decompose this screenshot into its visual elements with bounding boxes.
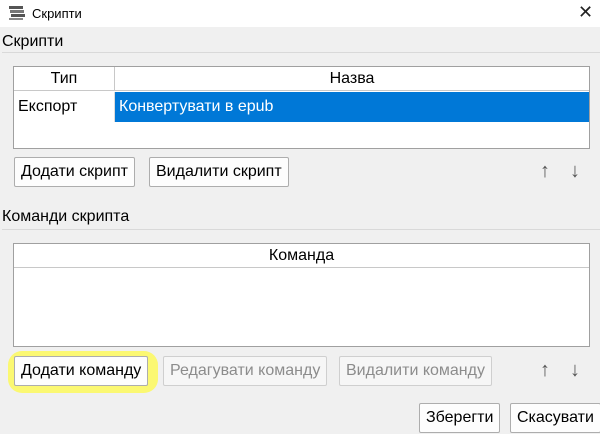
remove-script-button[interactable]: Видалити скрипт [149,157,289,187]
move-down-icon[interactable]: ↓ [570,161,580,181]
edit-command-button[interactable]: Редагувати команду [163,356,328,386]
remove-command-button[interactable]: Видалити команду [339,356,492,386]
column-header-type[interactable]: Тип [14,67,115,91]
add-command-button[interactable]: Додати команду [14,356,149,386]
commands-section-label: Команди скрипта [2,208,130,225]
cell-name[interactable]: Конвертувати в epub [115,92,589,122]
command-move-up-icon[interactable]: ↑ [540,360,550,380]
commands-table: Команда [13,243,590,347]
scripts-dialog: Скрипти ✕ Скрипти Тип Назва Експорт Конв… [0,0,600,434]
column-header-name[interactable]: Назва [115,67,589,91]
scripts-table: Тип Назва Експорт Конвертувати в epub [13,66,590,149]
commands-table-header: Команда [14,244,589,268]
scripts-table-header: Тип Назва [14,67,589,91]
cancel-button[interactable]: Скасувати [510,403,600,433]
close-icon[interactable]: ✕ [578,3,593,21]
move-up-icon[interactable]: ↑ [540,161,550,181]
title-bar: Скрипти ✕ [0,0,600,27]
save-button[interactable]: Зберегти [419,403,501,433]
add-script-button[interactable]: Додати скрипт [14,157,135,187]
window-title: Скрипти [32,6,82,21]
cell-type[interactable]: Експорт [14,92,115,122]
table-row[interactable]: Експорт Конвертувати в epub [14,92,589,122]
app-icon [9,6,25,20]
column-header-command[interactable]: Команда [14,244,589,268]
scripts-section-label: Скрипти [2,33,64,50]
command-move-down-icon[interactable]: ↓ [570,360,580,380]
